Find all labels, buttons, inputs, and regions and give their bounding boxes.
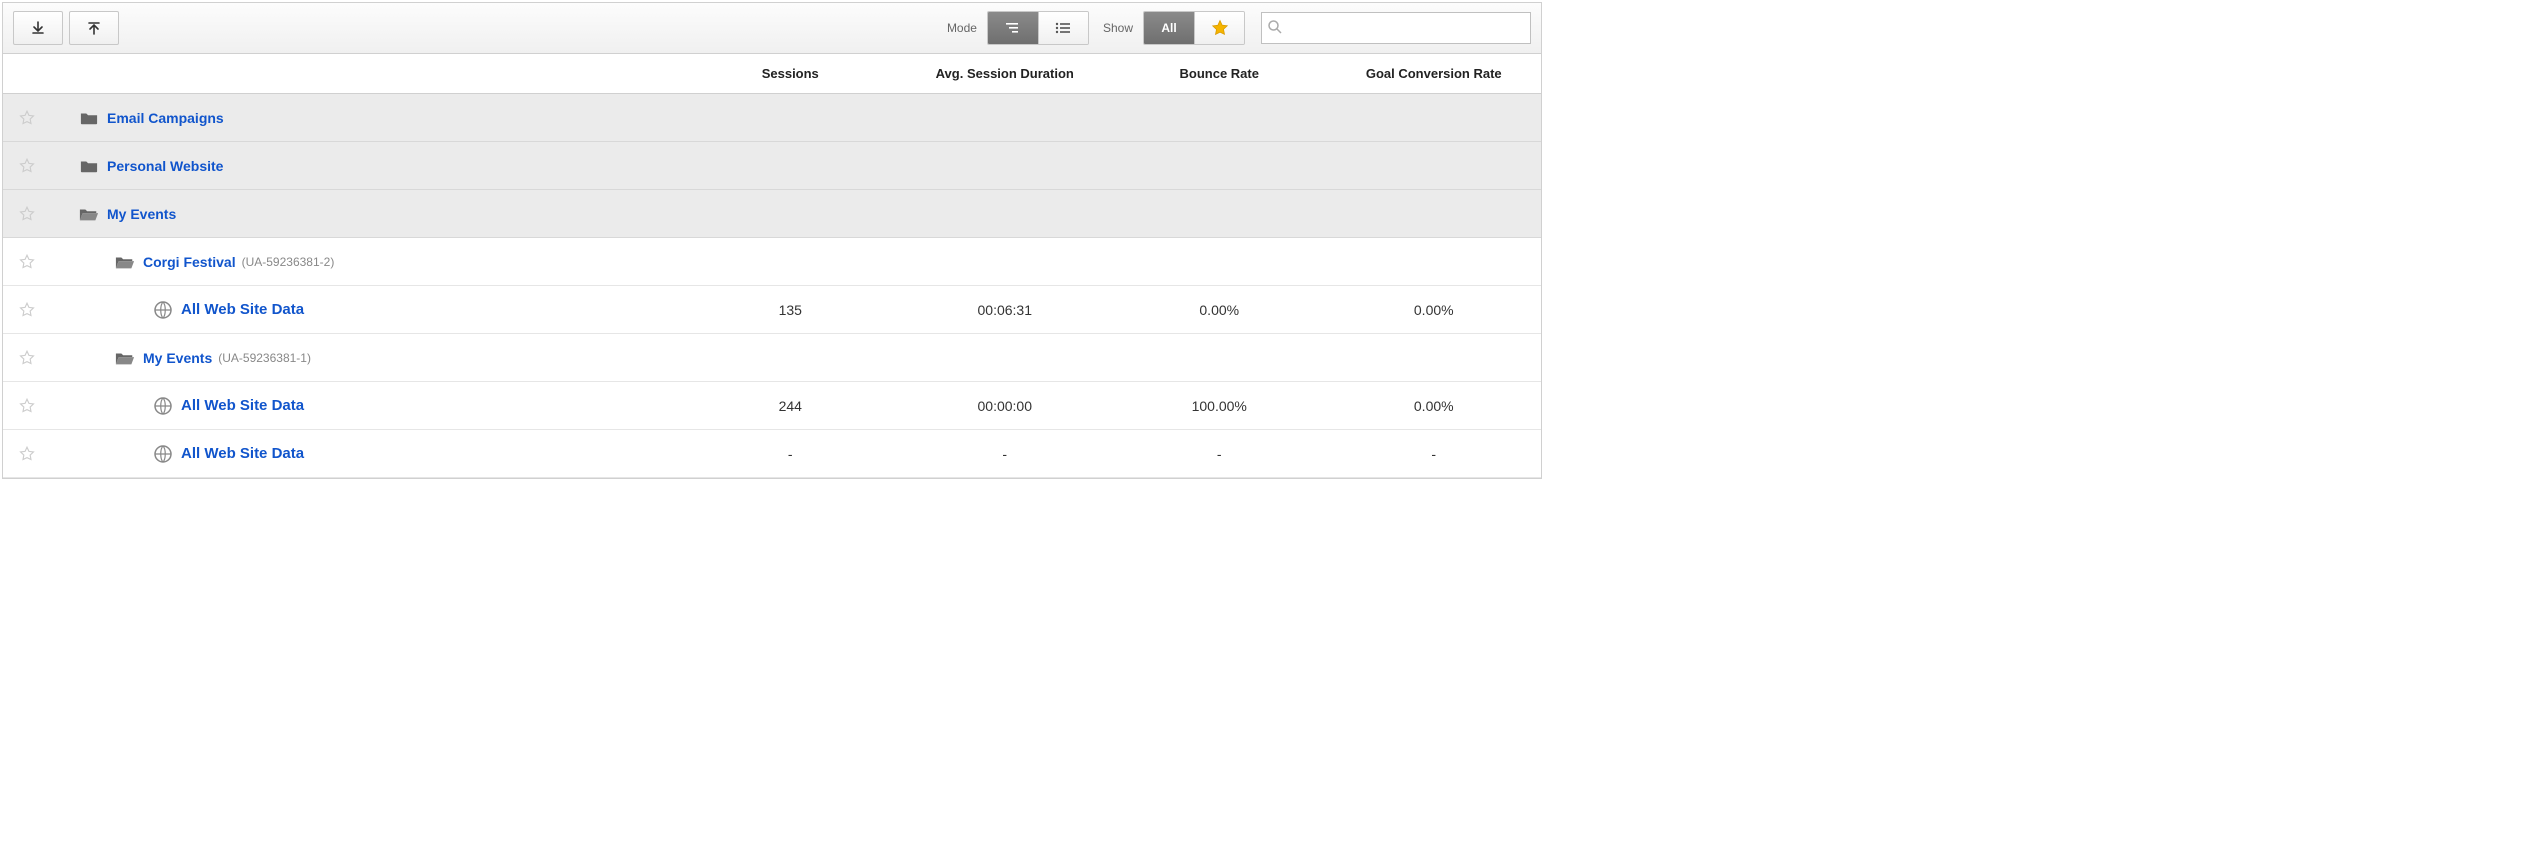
- star-toggle[interactable]: [13, 205, 41, 223]
- star-outline-icon: [18, 109, 36, 127]
- star-toggle[interactable]: [13, 445, 41, 463]
- view-row: All Web Site Data - - - -: [3, 430, 1541, 478]
- cell-avg-duration: -: [898, 446, 1113, 462]
- column-name: [3, 62, 683, 86]
- view-link[interactable]: All Web Site Data: [181, 445, 304, 462]
- flat-list-icon: [1054, 21, 1072, 35]
- show-starred-button[interactable]: [1194, 12, 1244, 44]
- star-toggle[interactable]: [13, 301, 41, 319]
- column-sessions: Sessions: [683, 54, 898, 93]
- column-avg-duration: Avg. Session Duration: [898, 54, 1113, 93]
- cell-bounce-rate: -: [1112, 446, 1327, 462]
- star-toggle[interactable]: [13, 253, 41, 271]
- globe-icon: [151, 396, 175, 416]
- cell-avg-duration: 00:06:31: [898, 302, 1113, 318]
- cell-bounce-rate: 100.00%: [1112, 398, 1327, 414]
- cell-goal-conv: -: [1327, 446, 1542, 462]
- search-input[interactable]: [1261, 12, 1531, 44]
- property-link[interactable]: My Events: [143, 350, 212, 366]
- star-outline-icon: [18, 349, 36, 367]
- cell-sessions: 135: [683, 302, 898, 318]
- column-header-row: Sessions Avg. Session Duration Bounce Ra…: [3, 54, 1541, 94]
- globe-icon: [151, 444, 175, 464]
- property-row: My Events (UA-59236381-1): [3, 334, 1541, 382]
- property-row: Corgi Festival (UA-59236381-2): [3, 238, 1541, 286]
- toolbar: Mode Show All: [3, 3, 1541, 54]
- column-bounce-rate: Bounce Rate: [1112, 54, 1327, 93]
- search-wrap: [1261, 12, 1531, 44]
- account-link[interactable]: Personal Website: [107, 158, 223, 174]
- mode-tree-button[interactable]: [988, 12, 1038, 44]
- show-toggle: All: [1143, 11, 1245, 45]
- star-outline-icon: [18, 445, 36, 463]
- globe-icon: [151, 300, 175, 320]
- account-row: My Events: [3, 190, 1541, 238]
- star-toggle[interactable]: [13, 349, 41, 367]
- cell-goal-conv: 0.00%: [1327, 302, 1542, 318]
- cell-avg-duration: 00:00:00: [898, 398, 1113, 414]
- mode-label: Mode: [947, 21, 977, 35]
- tree-list-icon: [1004, 21, 1022, 35]
- property-id: (UA-59236381-2): [242, 255, 335, 269]
- account-link[interactable]: My Events: [107, 206, 176, 222]
- cell-sessions: 244: [683, 398, 898, 414]
- view-row: All Web Site Data 244 00:00:00 100.00% 0…: [3, 382, 1541, 430]
- star-icon: [1211, 19, 1229, 37]
- star-outline-icon: [18, 205, 36, 223]
- collapse-all-button[interactable]: [69, 11, 119, 45]
- mode-toggle: [987, 11, 1089, 45]
- cell-bounce-rate: 0.00%: [1112, 302, 1327, 318]
- cell-goal-conv: 0.00%: [1327, 398, 1542, 414]
- show-all-button[interactable]: All: [1144, 12, 1194, 44]
- star-outline-icon: [18, 157, 36, 175]
- star-toggle[interactable]: [13, 157, 41, 175]
- star-outline-icon: [18, 397, 36, 415]
- expand-all-button[interactable]: [13, 11, 63, 45]
- search-icon: [1267, 19, 1283, 38]
- mode-list-button[interactable]: [1038, 12, 1088, 44]
- column-goal-conv: Goal Conversion Rate: [1327, 54, 1542, 93]
- star-outline-icon: [18, 253, 36, 271]
- folder-icon: [77, 110, 101, 126]
- folder-open-icon: [77, 206, 101, 222]
- star-outline-icon: [18, 301, 36, 319]
- folder-icon: [77, 158, 101, 174]
- property-link[interactable]: Corgi Festival: [143, 254, 236, 270]
- folder-open-icon: [113, 350, 137, 366]
- folder-open-icon: [113, 254, 137, 270]
- arrow-up-bar-icon: [86, 20, 102, 36]
- account-row: Personal Website: [3, 142, 1541, 190]
- view-link[interactable]: All Web Site Data: [181, 301, 304, 318]
- show-label: Show: [1103, 21, 1133, 35]
- cell-sessions: -: [683, 446, 898, 462]
- view-row: All Web Site Data 135 00:06:31 0.00% 0.0…: [3, 286, 1541, 334]
- arrow-down-bar-icon: [30, 20, 46, 36]
- account-link[interactable]: Email Campaigns: [107, 110, 224, 126]
- star-toggle[interactable]: [13, 109, 41, 127]
- star-toggle[interactable]: [13, 397, 41, 415]
- property-id: (UA-59236381-1): [218, 351, 311, 365]
- view-link[interactable]: All Web Site Data: [181, 397, 304, 414]
- account-row: Email Campaigns: [3, 94, 1541, 142]
